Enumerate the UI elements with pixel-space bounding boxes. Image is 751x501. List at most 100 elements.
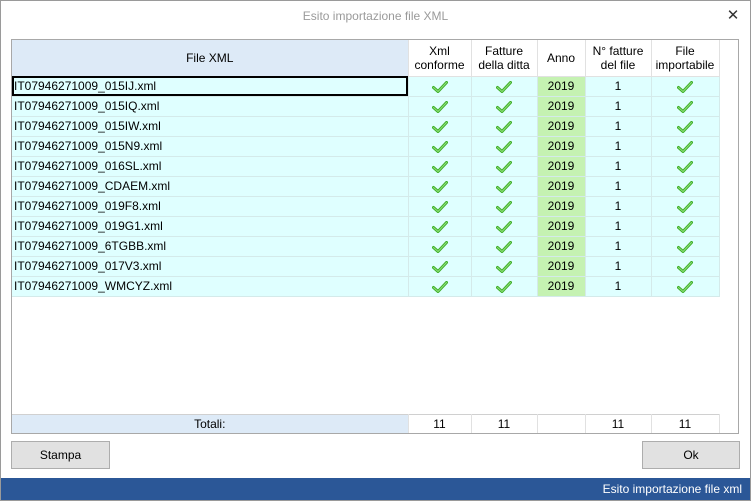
n-fatture-cell[interactable]: 1	[585, 236, 652, 257]
importabile-cell[interactable]	[651, 156, 720, 177]
xml-conforme-cell[interactable]	[408, 256, 472, 277]
ok-button[interactable]: Ok	[642, 441, 740, 469]
n-fatture-cell[interactable]: 1	[585, 196, 652, 217]
file-name-cell[interactable]: IT07946271009_015N9.xml	[12, 136, 409, 157]
table-row[interactable]: IT07946271009_019F8.xml 2019 1	[12, 196, 720, 217]
table-row[interactable]: IT07946271009_015IJ.xml 2019 1	[12, 76, 720, 97]
table-row[interactable]: IT07946271009_015N9.xml 2019 1	[12, 136, 720, 157]
table-row[interactable]: IT07946271009_015IW.xml 2019 1	[12, 116, 720, 137]
check-icon	[431, 99, 448, 113]
table-row[interactable]: IT07946271009_015IQ.xml 2019 1	[12, 96, 720, 117]
fatture-ditta-cell[interactable]	[471, 176, 538, 197]
anno-cell[interactable]: 2019	[537, 76, 586, 97]
importabile-cell[interactable]	[651, 176, 720, 197]
print-button[interactable]: Stampa	[11, 441, 110, 469]
column-header-file-xml[interactable]: File XML	[12, 40, 409, 77]
table-row[interactable]: IT07946271009_017V3.xml 2019 1	[12, 256, 720, 277]
file-name-cell[interactable]: IT07946271009_CDAEM.xml	[12, 176, 409, 197]
file-name-cell[interactable]: IT07946271009_6TGBB.xml	[12, 236, 409, 257]
file-name-cell[interactable]: IT07946271009_015IQ.xml	[12, 96, 409, 117]
anno-cell[interactable]: 2019	[537, 156, 586, 177]
file-name-cell[interactable]: IT07946271009_015IW.xml	[12, 116, 409, 137]
xml-conforme-cell[interactable]	[408, 136, 472, 157]
fatture-ditta-cell[interactable]	[471, 216, 538, 237]
fatture-ditta-cell[interactable]	[471, 196, 538, 217]
table-row[interactable]: IT07946271009_CDAEM.xml 2019 1	[12, 176, 720, 197]
importabile-cell[interactable]	[651, 76, 720, 97]
xml-conforme-cell[interactable]	[408, 76, 472, 97]
file-name-cell[interactable]: IT07946271009_015IJ.xml	[12, 76, 409, 97]
anno-cell[interactable]: 2019	[537, 276, 586, 297]
importabile-cell[interactable]	[651, 236, 720, 257]
check-icon	[496, 79, 512, 93]
n-fatture-cell[interactable]: 1	[585, 96, 652, 117]
anno-cell[interactable]: 2019	[537, 116, 586, 137]
xml-conforme-cell[interactable]	[408, 96, 472, 117]
column-header-label: File	[675, 43, 695, 58]
anno-cell[interactable]: 2019	[537, 136, 586, 157]
column-header-fatture-ditta[interactable]: Fatture della ditta	[471, 40, 538, 77]
check-icon	[431, 239, 448, 253]
n-fatture-cell[interactable]: 1	[585, 116, 652, 137]
xml-files-grid[interactable]: File XML Xml conforme Fatture della ditta …	[11, 39, 739, 434]
column-header-importabile[interactable]: File importabile	[651, 40, 720, 77]
file-name-cell[interactable]: IT07946271009_019G1.xml	[12, 216, 409, 237]
table-row[interactable]: IT07946271009_016SL.xml 2019 1	[12, 156, 720, 177]
xml-conforme-cell[interactable]	[408, 236, 472, 257]
check-icon	[431, 119, 448, 133]
importabile-cell[interactable]	[651, 136, 720, 157]
column-header-label: del file	[600, 57, 636, 72]
n-fatture-cell[interactable]: 1	[585, 156, 652, 177]
fatture-ditta-cell[interactable]	[471, 156, 538, 177]
fatture-ditta-cell[interactable]	[471, 136, 538, 157]
fatture-ditta-cell[interactable]	[471, 256, 538, 277]
xml-conforme-cell[interactable]	[408, 196, 472, 217]
fatture-ditta-cell[interactable]	[471, 276, 538, 297]
xml-conforme-cell[interactable]	[408, 176, 472, 197]
n-fatture-cell[interactable]: 1	[585, 276, 652, 297]
check-icon	[677, 259, 693, 273]
check-icon	[431, 279, 448, 293]
importabile-cell[interactable]	[651, 216, 720, 237]
fatture-ditta-cell[interactable]	[471, 116, 538, 137]
fatture-ditta-cell[interactable]	[471, 236, 538, 257]
file-name-cell[interactable]: IT07946271009_019F8.xml	[12, 196, 409, 217]
n-fatture-cell[interactable]: 1	[585, 136, 652, 157]
check-icon	[496, 139, 512, 153]
column-header-xml-conforme[interactable]: Xml conforme	[408, 40, 472, 77]
column-header-anno[interactable]: Anno	[537, 40, 586, 77]
anno-cell[interactable]: 2019	[537, 256, 586, 277]
file-name-cell[interactable]: IT07946271009_WMCYZ.xml	[12, 276, 409, 297]
importabile-cell[interactable]	[651, 116, 720, 137]
anno-cell[interactable]: 2019	[537, 176, 586, 197]
importabile-cell[interactable]	[651, 256, 720, 277]
importabile-cell[interactable]	[651, 276, 720, 297]
table-row[interactable]: IT07946271009_WMCYZ.xml 2019 1	[12, 276, 720, 297]
file-name-cell[interactable]: IT07946271009_017V3.xml	[12, 256, 409, 277]
anno-cell[interactable]: 2019	[537, 96, 586, 117]
n-fatture-cell[interactable]: 1	[585, 256, 652, 277]
file-name-cell[interactable]: IT07946271009_016SL.xml	[12, 156, 409, 177]
check-icon	[496, 259, 512, 273]
fatture-ditta-cell[interactable]	[471, 76, 538, 97]
xml-conforme-cell[interactable]	[408, 276, 472, 297]
xml-conforme-cell[interactable]	[408, 156, 472, 177]
column-header-n-fatture[interactable]: N° fatture del file	[585, 40, 652, 77]
importabile-cell[interactable]	[651, 196, 720, 217]
importabile-cell[interactable]	[651, 96, 720, 117]
grid-header-row: File XML Xml conforme Fatture della ditta …	[12, 40, 720, 77]
table-row[interactable]: IT07946271009_6TGBB.xml 2019 1	[12, 236, 720, 257]
anno-cell[interactable]: 2019	[537, 236, 586, 257]
close-icon[interactable]: ✕	[724, 7, 742, 25]
fatture-ditta-cell[interactable]	[471, 96, 538, 117]
n-fatture-cell[interactable]: 1	[585, 216, 652, 237]
n-fatture-cell[interactable]: 1	[585, 176, 652, 197]
table-row[interactable]: IT07946271009_019G1.xml 2019 1	[12, 216, 720, 237]
check-icon	[677, 199, 693, 213]
n-fatture-cell[interactable]: 1	[585, 76, 652, 97]
anno-cell[interactable]: 2019	[537, 216, 586, 237]
xml-conforme-cell[interactable]	[408, 216, 472, 237]
xml-conforme-cell[interactable]	[408, 116, 472, 137]
anno-cell[interactable]: 2019	[537, 196, 586, 217]
check-icon	[496, 279, 512, 293]
